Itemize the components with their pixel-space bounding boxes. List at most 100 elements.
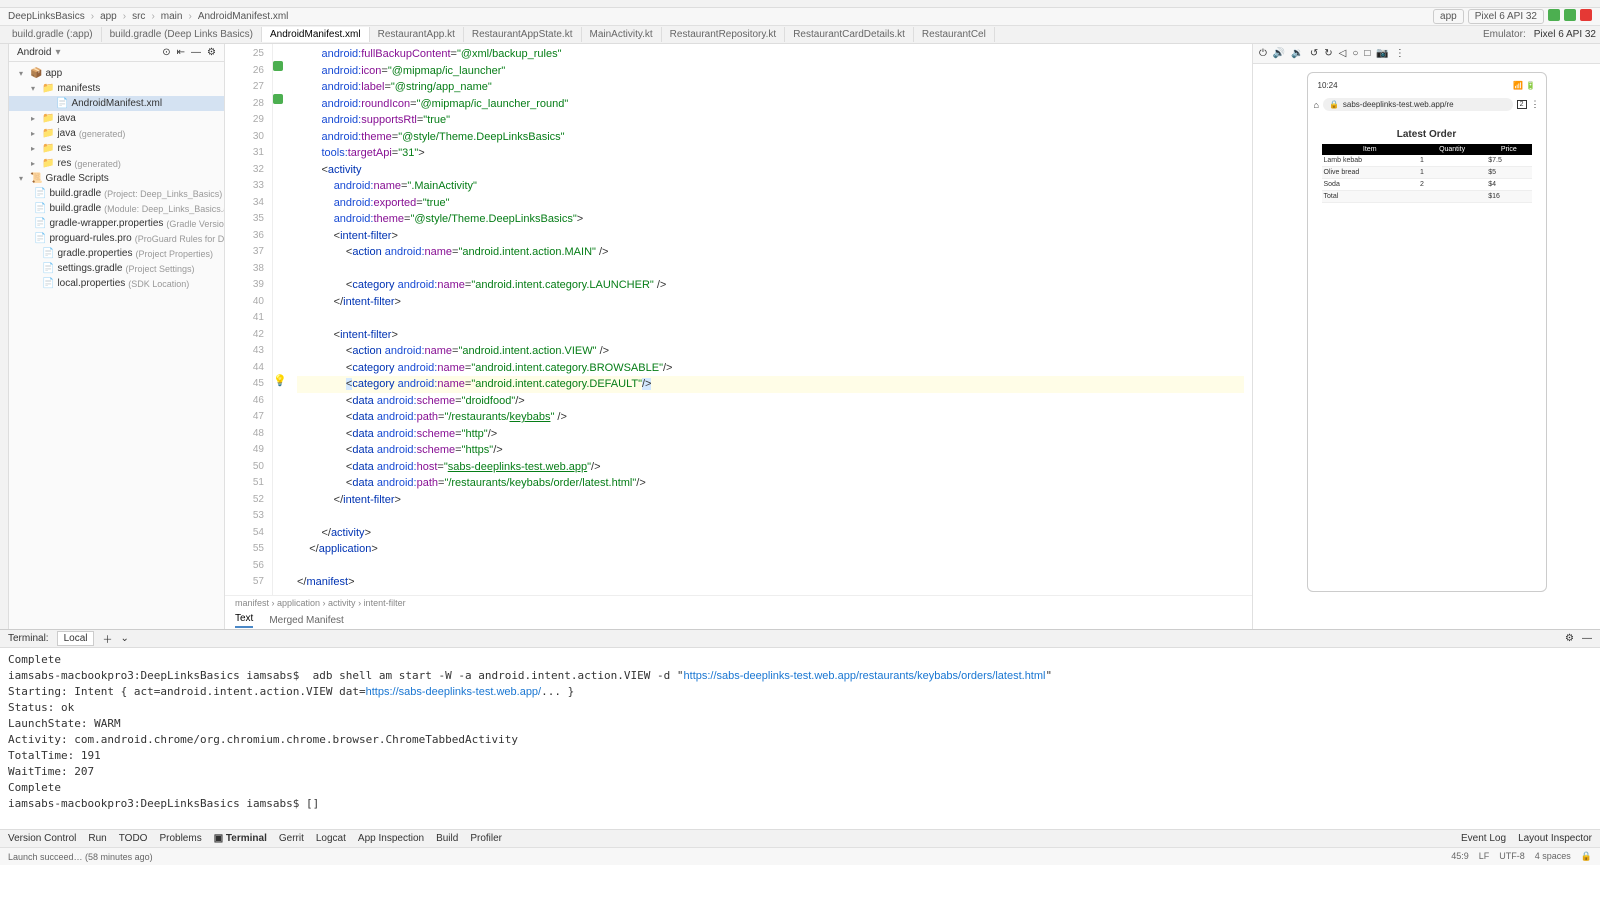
editor-tab[interactable]: RestaurantApp.kt [370, 27, 464, 42]
tree-item[interactable]: 📄 settings.gradle (Project Settings) [9, 261, 224, 276]
terminal-add-icon[interactable]: ＋ [102, 631, 112, 646]
tab-merged-manifest[interactable]: Merged Manifest [269, 615, 343, 626]
run-icon[interactable] [1548, 9, 1560, 21]
tool-windows-bar: Version Control Run TODO Problems ▣ Terminal… [0, 829, 1600, 847]
project-tree[interactable]: ▾📦 app ▾📁 manifests 📄 AndroidManifest.xm… [9, 62, 224, 295]
editor-tab[interactable]: RestaurantRepository.kt [662, 27, 786, 42]
left-stripe[interactable] [0, 44, 9, 629]
editor-tab[interactable]: RestaurantCardDetails.kt [785, 27, 914, 42]
tree-item[interactable]: ▸📁 java (generated) [9, 126, 224, 141]
tree-item[interactable]: ▾📦 app [9, 66, 224, 81]
tool-window-tab[interactable]: Event Log [1461, 833, 1506, 844]
breadcrumb-item[interactable]: src [132, 11, 145, 22]
code-area[interactable]: android:fullBackupContent="@xml/backup_r… [289, 44, 1252, 595]
line-gutter: 2526272829303132333435363738394041424344… [225, 44, 273, 595]
overview-icon[interactable]: □ [1364, 48, 1370, 59]
phone-screen[interactable]: 10:24 📶 🔋 ⌂ 🔒 sabs-deeplinks-test.web.ap… [1307, 72, 1547, 592]
phone-menu-icon[interactable]: ⋮ [1531, 99, 1540, 110]
phone-time: 10:24 [1318, 81, 1338, 90]
tree-item[interactable]: 📄 proguard-rules.pro (ProGuard Rules for… [9, 231, 224, 246]
tree-item[interactable]: ▸📁 res (generated) [9, 156, 224, 171]
tabs-count-icon[interactable]: 2 [1517, 100, 1527, 109]
tool-window-tab[interactable]: Logcat [316, 833, 346, 844]
tool-window-tab[interactable]: Gerrit [279, 833, 304, 844]
tool-window-tab[interactable]: Run [88, 833, 106, 844]
editor-tab[interactable]: build.gradle (Deep Links Basics) [102, 27, 262, 42]
phone-url-bar[interactable]: 🔒 sabs-deeplinks-test.web.app/re [1323, 98, 1513, 111]
debug-icon[interactable] [1564, 9, 1576, 21]
tree-item[interactable]: ▾📁 manifests [9, 81, 224, 96]
tree-item[interactable]: ▾📜 Gradle Scripts [9, 171, 224, 186]
sidebar-view-selector[interactable]: Android [17, 47, 51, 58]
sidebar-settings-icon[interactable]: ⊙ [162, 47, 170, 58]
stop-icon[interactable] [1580, 9, 1592, 21]
crumb[interactable]: application [277, 598, 320, 608]
editor-tab[interactable]: MainActivity.kt [582, 27, 662, 42]
tool-window-tab[interactable]: Version Control [8, 833, 76, 844]
phone-url: sabs-deeplinks-test.web.app/re [1343, 100, 1454, 109]
code-breadcrumb[interactable]: manifest › application › activity › inte… [225, 595, 1252, 611]
editor-tab[interactable]: RestaurantCel [914, 27, 995, 42]
phone-signal-icons: 📶 🔋 [1513, 81, 1535, 90]
editor-tab[interactable]: AndroidManifest.xml [262, 27, 370, 42]
terminal-hide-icon[interactable]: — [1582, 633, 1592, 644]
tree-item[interactable]: 📄 local.properties (SDK Location) [9, 276, 224, 291]
sidebar-gear-icon[interactable]: ⚙ [207, 47, 216, 58]
tool-window-tab[interactable]: Problems [159, 833, 201, 844]
terminal-gear-icon[interactable]: ⚙ [1565, 633, 1574, 644]
home-icon[interactable]: ○ [1352, 48, 1358, 59]
rotate-right-icon[interactable]: ↻ [1324, 48, 1332, 59]
tool-window-tab[interactable]: TODO [119, 833, 148, 844]
tab-text[interactable]: Text [235, 613, 253, 628]
screenshot-icon[interactable]: 📷 [1376, 48, 1388, 59]
terminal-dropdown-icon[interactable]: ⌄ [120, 633, 128, 644]
tree-item[interactable]: ▸📁 java [9, 111, 224, 126]
editor-tab[interactable]: build.gradle (:app) [4, 27, 102, 42]
tool-window-tab[interactable]: ▣ Terminal [214, 833, 267, 844]
tool-window-tab[interactable]: Profiler [470, 833, 502, 844]
back-icon[interactable]: ◁ [1339, 48, 1347, 59]
tool-window-tab[interactable]: App Inspection [358, 833, 424, 844]
emulator-device[interactable]: Pixel 6 API 32 [1534, 29, 1596, 40]
cursor-position[interactable]: 45:9 [1451, 851, 1469, 862]
line-separator[interactable]: LF [1479, 851, 1490, 862]
tool-window-tab[interactable]: Layout Inspector [1518, 833, 1592, 844]
sidebar-collapse-icon[interactable]: ⇤ [177, 47, 185, 58]
crumb[interactable]: activity [328, 598, 356, 608]
tree-item[interactable]: 📄 build.gradle (Project: Deep_Links_Basi… [9, 186, 224, 201]
indent[interactable]: 4 spaces [1535, 851, 1571, 862]
lock-icon[interactable]: 🔒 [1581, 851, 1592, 862]
breadcrumb-item[interactable]: app [100, 11, 117, 22]
terminal-session-tab[interactable]: Local [57, 631, 95, 646]
editor-tab[interactable]: RestaurantAppState.kt [464, 27, 582, 42]
tree-item[interactable]: ▸📁 res [9, 141, 224, 156]
tree-item[interactable]: 📄 build.gradle (Module: Deep_Links_Basic… [9, 201, 224, 216]
lock-icon: 🔒 [1329, 100, 1339, 109]
app-selector[interactable]: app [1433, 9, 1464, 24]
breadcrumb-item[interactable]: AndroidManifest.xml [198, 11, 289, 22]
order-title: Latest Order [1322, 129, 1532, 140]
vol-down-icon[interactable]: 🔉 [1291, 48, 1303, 59]
phone-home-icon[interactable]: ⌂ [1314, 100, 1319, 110]
terminal-output[interactable]: Complete iamsabs-macbookpro3:DeepLinksBa… [0, 648, 1600, 829]
vol-up-icon[interactable]: 🔊 [1273, 48, 1285, 59]
tool-window-tab[interactable]: Build [436, 833, 458, 844]
status-message: Launch succeed… (58 minutes ago) [8, 852, 153, 862]
breadcrumb-item[interactable]: DeepLinksBasics [8, 11, 85, 22]
code-editor[interactable]: 2526272829303132333435363738394041424344… [225, 44, 1252, 629]
menu-bar [0, 0, 1600, 8]
rotate-left-icon[interactable]: ↺ [1310, 48, 1318, 59]
breadcrumb-item[interactable]: main [161, 11, 183, 22]
crumb[interactable]: intent-filter [364, 598, 406, 608]
more-icon[interactable]: ⋮ [1395, 48, 1405, 59]
power-icon[interactable]: ⏻ [1259, 48, 1267, 59]
encoding[interactable]: UTF-8 [1499, 851, 1525, 862]
device-selector[interactable]: Pixel 6 API 32 [1468, 9, 1544, 24]
sidebar-hide-icon[interactable]: — [191, 47, 201, 58]
tree-item[interactable]: 📄 gradle.properties (Project Properties) [9, 246, 224, 261]
crumb[interactable]: manifest [235, 598, 269, 608]
tree-item[interactable]: 📄 AndroidManifest.xml [9, 96, 224, 111]
order-table: ItemQuantityPrice Lamb kebab1$7.5Olive b… [1322, 144, 1532, 203]
tree-item[interactable]: 📄 gradle-wrapper.properties (Gradle Vers… [9, 216, 224, 231]
gutter-markers: 💡 [273, 44, 289, 595]
